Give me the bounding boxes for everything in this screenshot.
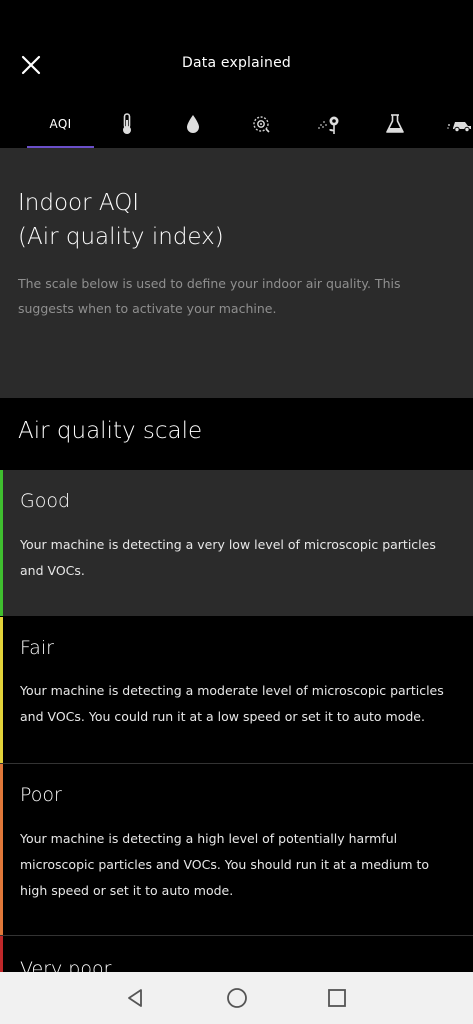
- back-icon: [128, 989, 142, 1007]
- car-icon: [447, 122, 471, 133]
- level-name-poor: Poor: [20, 784, 62, 806]
- intro-description: The scale below is used to define your i…: [18, 276, 401, 316]
- tab-pollen[interactable]: [312, 100, 346, 148]
- tab-bar: AQI: [0, 100, 473, 148]
- level-description-good: Your machine is detecting a very low lev…: [20, 537, 436, 578]
- home-button[interactable]: [225, 986, 249, 1010]
- thermometer-icon: [123, 113, 131, 134]
- header: Data explained: [0, 0, 473, 100]
- back-button[interactable]: [124, 986, 148, 1010]
- tab-particles[interactable]: [244, 100, 278, 148]
- level-name-good: Good: [20, 490, 71, 512]
- level-color-bar-good: [0, 470, 3, 616]
- scale-header: Air quality scale: [0, 398, 473, 470]
- home-icon: [227, 988, 247, 1008]
- screen: Data explained AQI Indoor AQI (Air quali…: [0, 0, 473, 1024]
- tab-chemicals[interactable]: [378, 100, 412, 148]
- recents-icon: [328, 989, 346, 1007]
- tab-aqi[interactable]: AQI: [27, 100, 94, 148]
- level-color-bar-fair: [0, 617, 3, 763]
- scale-title: Air quality scale: [18, 418, 203, 444]
- chemistry-flask-icon: [386, 114, 404, 133]
- system-navigation-bar: [0, 972, 473, 1024]
- level-card-good: Good Your machine is detecting a very lo…: [0, 470, 473, 616]
- tab-temperature[interactable]: [110, 100, 144, 148]
- level-color-bar-poor: [0, 764, 3, 935]
- level-card-fair: Fair Your machine is detecting a moderat…: [0, 617, 473, 764]
- level-card-poor: Poor Your machine is detecting a high le…: [0, 764, 473, 936]
- tab-aqi-label: AQI: [49, 117, 72, 131]
- tab-humidity[interactable]: [176, 100, 210, 148]
- aqi-intro-section: Indoor AQI (Air quality index) The scale…: [0, 148, 473, 398]
- particles-target-icon: [253, 116, 270, 133]
- intro-title-line-1: Indoor AQI: [18, 190, 140, 216]
- level-color-bar-very-poor: [0, 936, 3, 972]
- pollen-flower-icon: [318, 116, 339, 134]
- intro-title-line-2: (Air quality index): [18, 224, 224, 250]
- humidity-drop-icon: [187, 115, 199, 133]
- level-name-fair: Fair: [20, 637, 54, 659]
- page-title: Data explained: [182, 55, 291, 71]
- level-description-poor: Your machine is detecting a high level o…: [20, 831, 430, 898]
- recents-button[interactable]: [325, 986, 349, 1010]
- level-name-very-poor: Very poor: [20, 958, 112, 972]
- level-description-fair: Your machine is detecting a moderate lev…: [20, 683, 444, 724]
- intro-title: Indoor AQI (Air quality index): [18, 186, 224, 254]
- level-card-very-poor: Very poor: [0, 936, 473, 972]
- tab-vehicle[interactable]: [442, 100, 473, 148]
